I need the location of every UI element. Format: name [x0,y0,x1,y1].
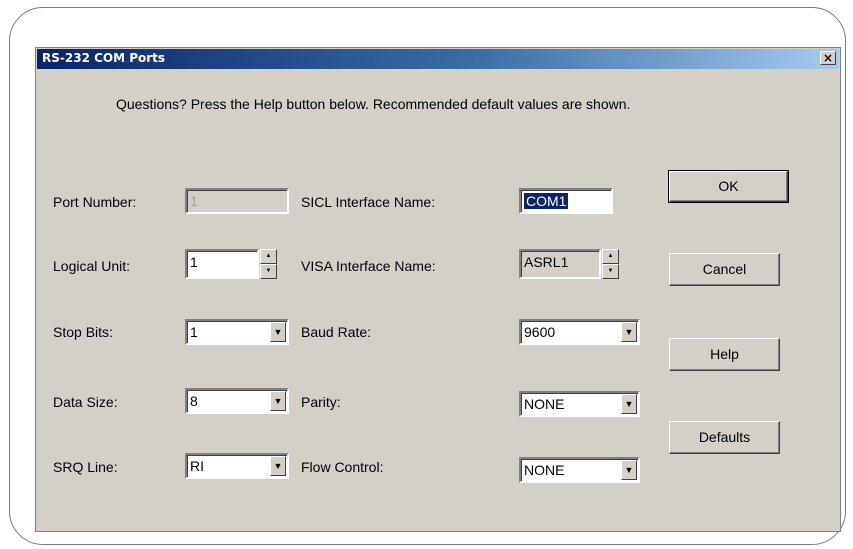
flow-control-label: Flow Control: [301,459,384,475]
parity-value: NONE [524,396,565,412]
rs232-dialog: RS-232 COM Ports × Questions? Press the … [35,47,841,532]
data-size-dropdown[interactable]: 8 ▼ [185,388,289,414]
parity-label: Parity: [301,394,341,410]
spin-down-icon[interactable]: ▼ [602,264,619,279]
port-number-value: 1 [190,193,198,209]
defaults-button[interactable]: Defaults [669,421,780,454]
spin-up-icon[interactable]: ▲ [602,249,619,264]
port-number-field: 1 [185,188,289,214]
sicl-interface-label: SICL Interface Name: [301,194,436,210]
stop-bits-label: Stop Bits: [53,324,113,340]
baud-rate-value: 9600 [524,324,556,340]
spin-down-icon[interactable]: ▼ [260,264,277,279]
logical-unit-field[interactable]: 1 [185,249,259,279]
flow-control-dropdown[interactable]: NONE ▼ [519,457,640,483]
stop-bits-dropdown[interactable]: 1 ▼ [185,319,289,345]
intro-text: Questions? Press the Help button below. … [116,96,631,112]
help-button[interactable]: Help [669,338,780,371]
logical-unit-label: Logical Unit: [53,258,131,274]
chevron-down-icon[interactable]: ▼ [270,391,286,411]
port-number-label: Port Number: [53,194,137,210]
sicl-interface-value: COM1 [524,193,569,209]
dialog-title: RS-232 COM Ports [42,51,166,65]
srq-line-label: SRQ Line: [53,459,118,475]
parity-dropdown[interactable]: NONE ▼ [519,391,640,417]
title-bar[interactable]: RS-232 COM Ports × [37,49,839,69]
sicl-interface-input[interactable]: COM1 [519,188,613,214]
chevron-down-icon[interactable]: ▼ [621,394,637,414]
close-icon[interactable]: × [820,51,836,65]
baud-rate-label: Baud Rate: [301,324,372,340]
logical-unit-value: 1 [190,254,198,270]
chevron-down-icon[interactable]: ▼ [621,460,637,480]
visa-interface-label: VISA Interface Name: [301,258,436,274]
baud-rate-dropdown[interactable]: 9600 ▼ [519,319,640,345]
data-size-value: 8 [190,393,198,409]
logical-unit-spinner[interactable]: ▲ ▼ [260,249,277,279]
flow-control-value: NONE [524,462,565,478]
stop-bits-value: 1 [190,324,198,340]
chevron-down-icon[interactable]: ▼ [270,456,286,476]
spin-up-icon[interactable]: ▲ [260,249,277,264]
visa-interface-value: ASRL1 [524,254,569,270]
srq-line-value: RI [190,458,204,474]
cancel-button[interactable]: Cancel [669,253,780,286]
ok-button[interactable]: OK [668,170,789,203]
chevron-down-icon[interactable]: ▼ [270,322,286,342]
visa-interface-field[interactable]: ASRL1 [519,249,601,279]
visa-interface-spinner[interactable]: ▲ ▼ [602,249,619,279]
chevron-down-icon[interactable]: ▼ [621,322,637,342]
srq-line-dropdown[interactable]: RI ▼ [185,453,289,479]
data-size-label: Data Size: [53,394,118,410]
